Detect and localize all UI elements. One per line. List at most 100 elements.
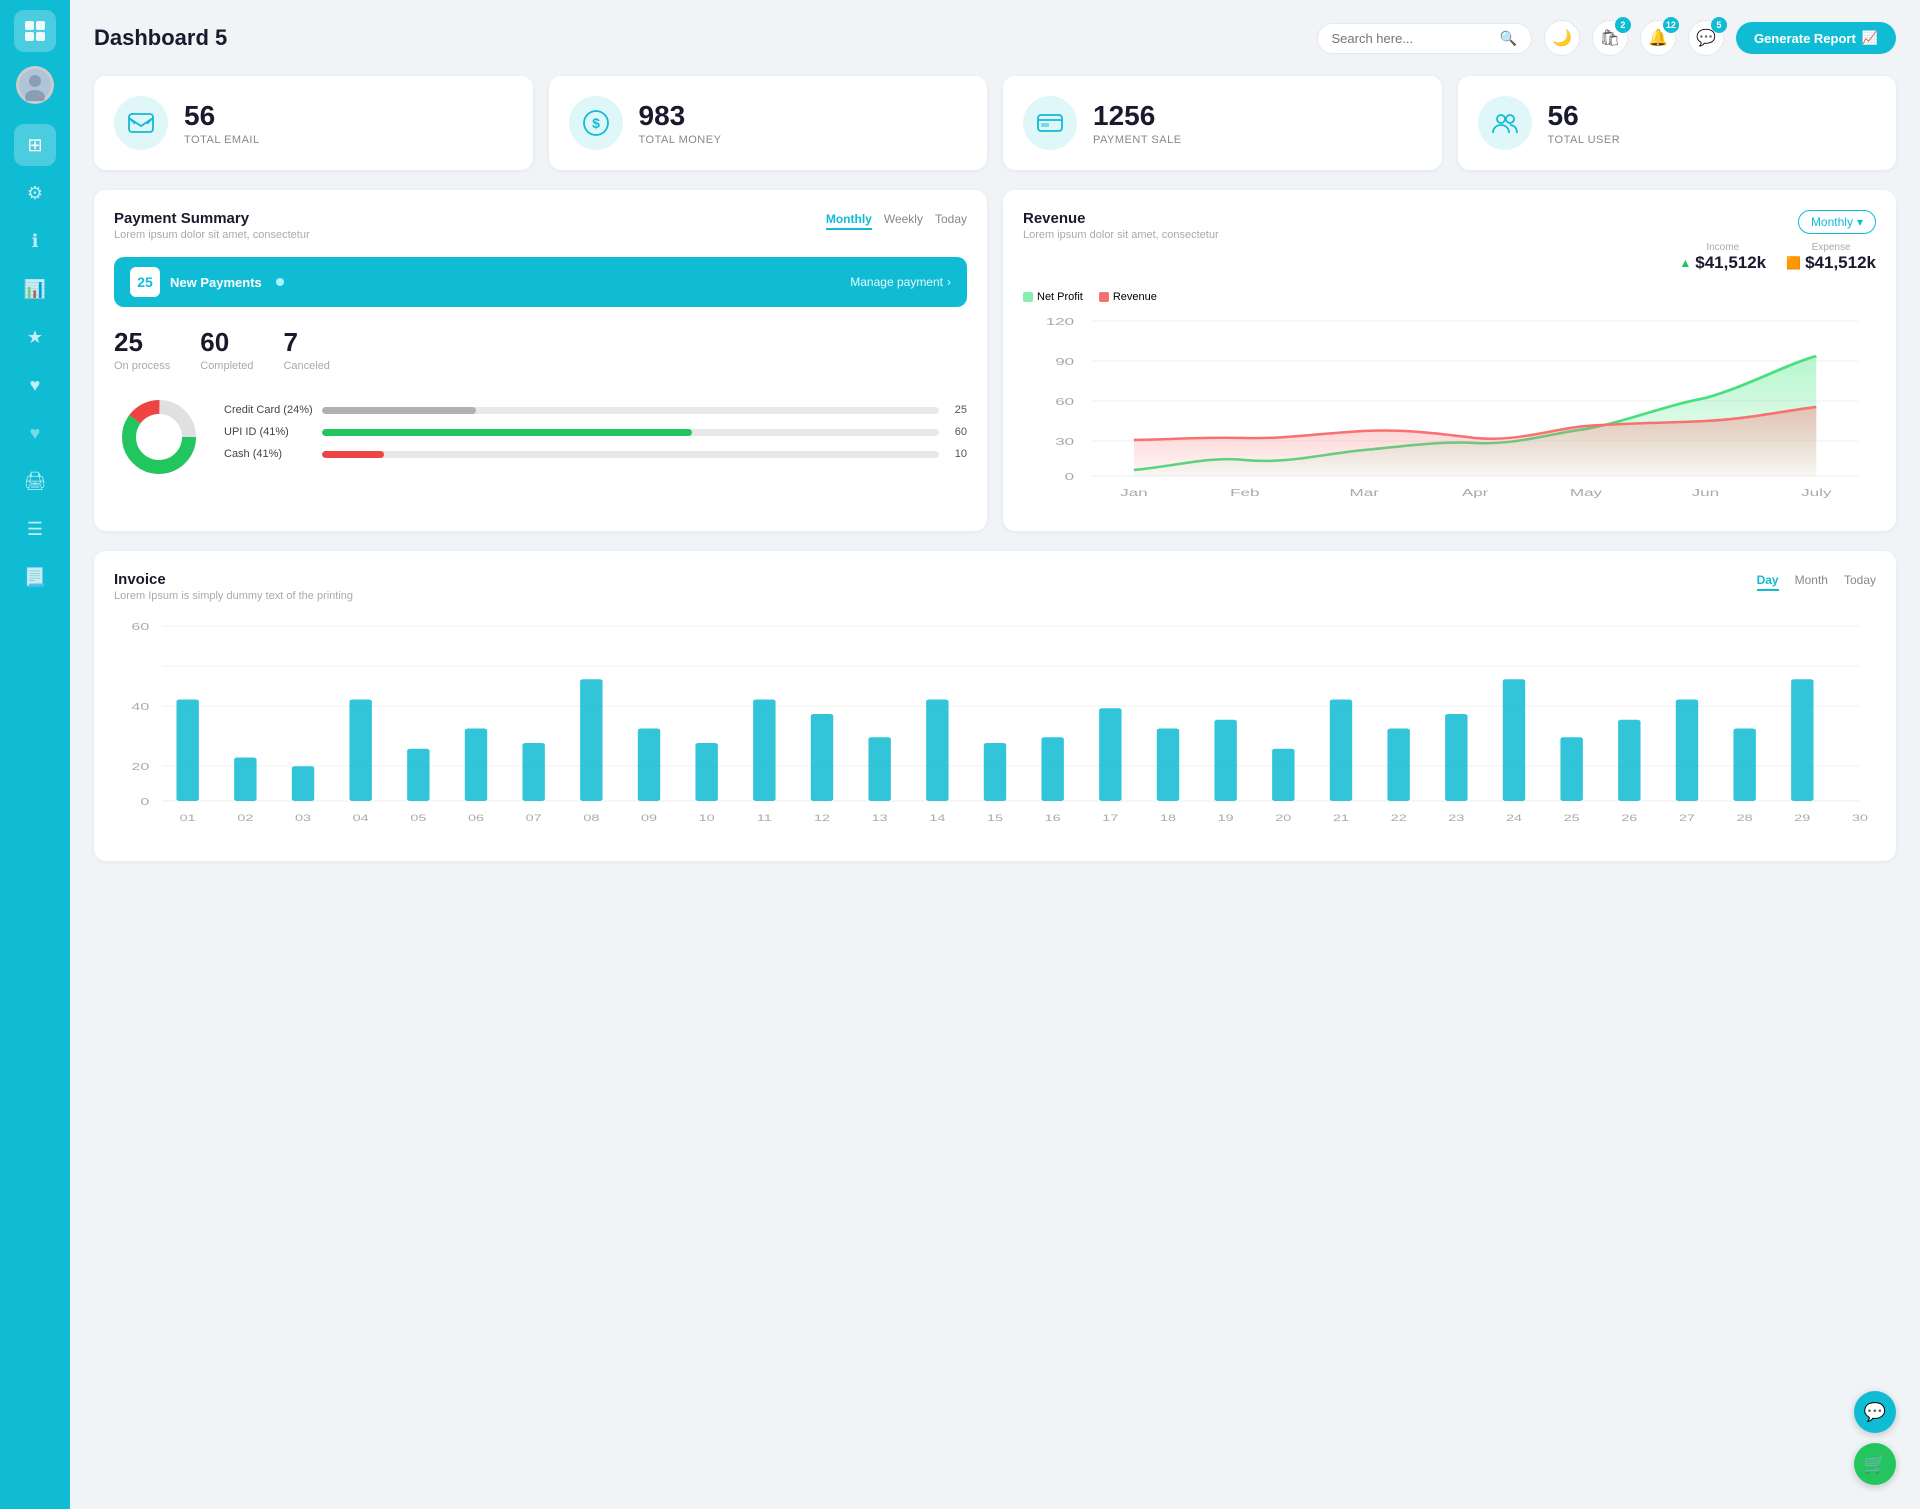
stat-card-total-money: $ 983 TOTAL MONEY (549, 76, 988, 170)
sidebar-item-dashboard[interactable]: ⊞ (14, 124, 56, 166)
stats-row: 56 TOTAL EMAIL $ 983 TOTAL MONEY (94, 76, 1896, 170)
pbar-fill-upi (322, 429, 692, 436)
new-payments-bar: 25 New Payments Manage payment › (114, 257, 967, 307)
expense-value: $41,512k (1805, 253, 1876, 273)
sidebar: ⊞ ⚙ ℹ 📊 ★ ♥ ♥ 🖨 ☰ 📃 (0, 0, 70, 1509)
stat-info-money: 983 TOTAL MONEY (639, 100, 722, 146)
invoice-title: Invoice (114, 571, 353, 588)
stat-info-user: 56 TOTAL USER (1548, 100, 1621, 146)
revenue-monthly-dropdown[interactable]: Monthly ▾ (1798, 210, 1876, 234)
pbar-track-cc (322, 407, 939, 414)
pbar-val-cash: 10 (947, 448, 967, 460)
stat-label-payment: PAYMENT SALE (1093, 134, 1182, 146)
invoice-tab-day[interactable]: Day (1757, 571, 1779, 591)
user-avatar[interactable] (16, 66, 54, 104)
support-fab[interactable]: 💬 (1854, 1391, 1896, 1433)
stat-number-payment: 1256 (1093, 100, 1182, 132)
svg-text:30: 30 (1055, 436, 1074, 447)
pbar-label-cash: Cash (41%) (224, 448, 314, 460)
payment-stats: 25 On process 60 Completed 7 Canceled (114, 327, 967, 372)
invoice-tab-today[interactable]: Today (1844, 571, 1876, 591)
stat-on-process: 25 On process (114, 327, 170, 372)
sidebar-item-settings[interactable]: ⚙ (14, 172, 56, 214)
generate-report-button[interactable]: Generate Report 📈 (1736, 22, 1896, 54)
payment-summary-title: Payment Summary (114, 210, 310, 227)
invoice-tab-month[interactable]: Month (1795, 571, 1828, 591)
svg-text:10: 10 (699, 813, 715, 823)
pbar-track-cash (322, 451, 939, 458)
pbar-cash: Cash (41%) 10 (224, 448, 967, 460)
svg-text:24: 24 (1506, 813, 1522, 823)
search-input[interactable] (1332, 31, 1492, 46)
svg-text:Jun: Jun (1692, 487, 1719, 498)
pbar-val-upi: 60 (947, 426, 967, 438)
revenue-header: Revenue Lorem ipsum dolor sit amet, cons… (1023, 210, 1876, 281)
svg-text:01: 01 (180, 813, 196, 823)
svg-text:90: 90 (1055, 356, 1074, 367)
new-payments-label: New Payments (170, 275, 262, 290)
svg-text:0: 0 (1065, 471, 1075, 482)
svg-text:60: 60 (131, 621, 149, 632)
sidebar-item-list[interactable]: 📃 (14, 556, 56, 598)
sidebar-item-chart[interactable]: 📊 (14, 268, 56, 310)
sidebar-item-print[interactable]: 🖨 (14, 460, 56, 502)
legend-revenue: Revenue (1099, 291, 1157, 303)
sidebar-item-star[interactable]: ★ (14, 316, 56, 358)
tab-monthly[interactable]: Monthly (826, 210, 872, 230)
manage-payment-link[interactable]: Manage payment › (850, 275, 951, 289)
svg-text:07: 07 (526, 813, 542, 823)
sidebar-item-menu[interactable]: ☰ (14, 508, 56, 550)
svg-text:12: 12 (814, 813, 830, 823)
payment-tabs: Monthly Weekly Today (826, 210, 967, 230)
sidebar-logo[interactable] (14, 10, 56, 52)
canceled-label: Canceled (283, 360, 329, 372)
invoice-card: Invoice Lorem Ipsum is simply dummy text… (94, 551, 1896, 861)
svg-text:$: $ (592, 115, 600, 131)
search-box[interactable]: 🔍 (1317, 23, 1532, 54)
svg-text:05: 05 (410, 813, 426, 823)
sidebar-item-heart2[interactable]: ♥ (14, 412, 56, 454)
dark-mode-toggle[interactable]: 🌙 (1544, 20, 1580, 56)
tab-weekly[interactable]: Weekly (884, 210, 923, 230)
pbar-label-upi: UPI ID (41%) (224, 426, 314, 438)
revenue-subtitle: Lorem ipsum dolor sit amet, consectetur (1023, 229, 1219, 241)
legend-net-profit: Net Profit (1023, 291, 1083, 303)
completed-number: 60 (200, 327, 253, 358)
cart-badge: 2 (1615, 17, 1631, 33)
tab-today[interactable]: Today (935, 210, 967, 230)
search-icon[interactable]: 🔍 (1500, 30, 1517, 47)
sidebar-item-info[interactable]: ℹ (14, 220, 56, 262)
cart-fab-icon: 🛒 (1864, 1454, 1886, 1475)
svg-text:25: 25 (1564, 813, 1580, 823)
stat-label-user: TOTAL USER (1548, 134, 1621, 146)
svg-text:15: 15 (987, 813, 1003, 823)
pbar-credit-card: Credit Card (24%) 25 (224, 404, 967, 416)
chat-btn[interactable]: 💬 5 (1688, 20, 1724, 56)
svg-text:120: 120 (1046, 316, 1075, 327)
stat-number-email: 56 (184, 100, 260, 132)
svg-text:23: 23 (1448, 813, 1464, 823)
invoice-header: Invoice Lorem Ipsum is simply dummy text… (114, 571, 1876, 602)
pbar-val-cc: 25 (947, 404, 967, 416)
chevron-right-icon: › (947, 275, 951, 289)
svg-text:20: 20 (131, 761, 149, 772)
svg-text:18: 18 (1160, 813, 1176, 823)
pbar-fill-cc (322, 407, 476, 414)
bell-btn[interactable]: 🔔 12 (1640, 20, 1676, 56)
cart-btn[interactable]: 🛍 2 (1592, 20, 1628, 56)
cart-fab[interactable]: 🛒 (1854, 1443, 1896, 1485)
svg-text:Feb: Feb (1230, 487, 1260, 498)
svg-text:16: 16 (1045, 813, 1061, 823)
svg-text:09: 09 (641, 813, 657, 823)
svg-text:60: 60 (1055, 396, 1074, 407)
income-stat: Income ▲ $41,512k (1679, 242, 1766, 273)
income-label: Income (1679, 242, 1766, 253)
sidebar-item-heart1[interactable]: ♥ (14, 364, 56, 406)
stat-info-email: 56 TOTAL EMAIL (184, 100, 260, 146)
svg-text:July: July (1801, 487, 1831, 498)
status-dot (276, 278, 284, 286)
completed-label: Completed (200, 360, 253, 372)
page-header: Dashboard 5 🔍 🌙 🛍 2 🔔 12 💬 5 Gen (94, 20, 1896, 56)
svg-text:14: 14 (929, 813, 945, 823)
revenue-dot (1099, 292, 1109, 302)
